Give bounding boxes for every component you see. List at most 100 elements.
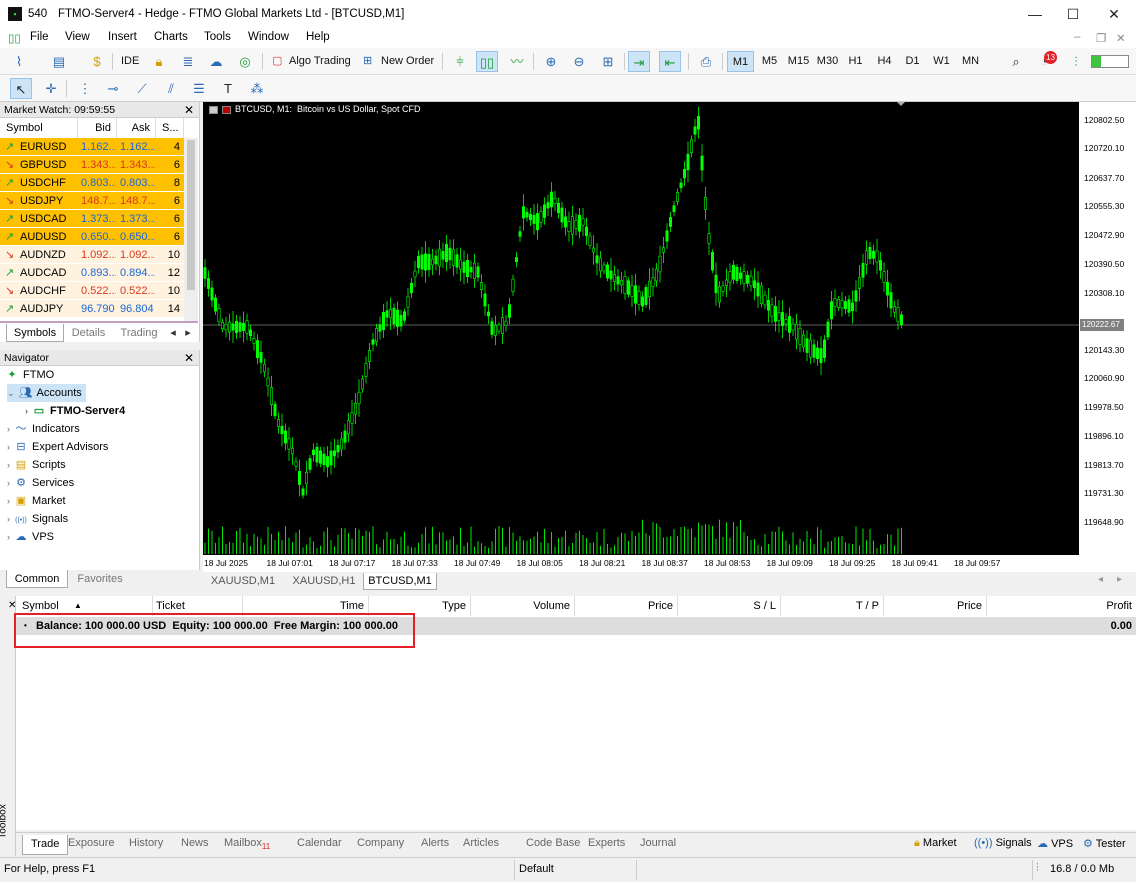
market-watch-scrollbar[interactable] bbox=[184, 138, 198, 322]
zoom-in-icon[interactable]: ⊕ bbox=[540, 51, 562, 72]
line-chart-icon[interactable]: 〰 bbox=[506, 51, 528, 72]
price-chart[interactable]: BTCUSD, M1: Bitcoin vs US Dollar, Spot C… bbox=[203, 102, 1079, 555]
chart-tabs-scroll-right[interactable]: ▸ bbox=[1117, 574, 1122, 585]
vertical-line-icon[interactable]: ⋮ bbox=[74, 78, 96, 99]
nav-item-expert-advisors[interactable]: › ⊟ Expert Advisors bbox=[7, 438, 108, 456]
col-profit[interactable]: Profit bbox=[987, 596, 1136, 616]
database-icon[interactable]: ≣ bbox=[177, 51, 199, 72]
candlestick-chart-icon[interactable]: ▯▯ bbox=[476, 51, 498, 72]
tab-journal[interactable]: Journal bbox=[640, 837, 676, 849]
nav-item-services[interactable]: › ⚙ Services bbox=[7, 474, 74, 492]
algo-trading-button[interactable]: Algo Trading bbox=[289, 51, 351, 72]
close-window-button[interactable]: ✕ bbox=[1099, 4, 1129, 24]
shapes-icon[interactable]: ⁂ bbox=[246, 78, 268, 99]
mdi-minimize-button[interactable]: – bbox=[1074, 31, 1080, 43]
menu-file[interactable]: File bbox=[30, 31, 49, 43]
column-spread[interactable]: S... bbox=[156, 118, 184, 138]
timeframe-h1-button[interactable]: H1 bbox=[842, 51, 869, 72]
tab-calendar[interactable]: Calendar bbox=[297, 837, 342, 849]
minimize-button[interactable]: — bbox=[1020, 4, 1050, 24]
market-watch-row[interactable]: ↗ AUDJPY 96.790 96.804 14 bbox=[0, 300, 184, 318]
cloud-icon[interactable]: ☁ bbox=[205, 51, 227, 72]
chart-shift-marker[interactable] bbox=[897, 102, 905, 106]
right-tab-market[interactable]: 🔒︎ Market bbox=[914, 837, 957, 850]
nav-item-vps[interactable]: › ☁ VPS bbox=[7, 528, 54, 546]
market-watch-row[interactable]: ↘ AUDNZD 1.092... 1.092... 10 bbox=[0, 246, 184, 264]
timeframe-h4-button[interactable]: H4 bbox=[871, 51, 898, 72]
nav-item-scripts[interactable]: › ▤ Scripts bbox=[7, 456, 66, 474]
chart-tabs-scroll-left[interactable]: ◂ bbox=[1098, 574, 1103, 585]
cursor-icon[interactable]: ↖ bbox=[10, 78, 32, 99]
mdi-close-button[interactable]: ✕ bbox=[1116, 31, 1126, 45]
new-order-button[interactable]: New Order bbox=[381, 51, 434, 72]
zoom-out-icon[interactable]: ⊖ bbox=[568, 51, 590, 72]
menu-help[interactable]: Help bbox=[306, 31, 330, 43]
column-symbol[interactable]: Symbol bbox=[0, 118, 78, 138]
col-sl[interactable]: S / L bbox=[678, 596, 781, 616]
tab-articles[interactable]: Articles bbox=[463, 837, 499, 849]
tabs-scroll-right[interactable]: ▸ bbox=[181, 324, 195, 342]
timeframe-w1-button[interactable]: W1 bbox=[928, 51, 955, 72]
channel-icon[interactable]: ⫽ bbox=[160, 78, 182, 99]
tab-common[interactable]: Common bbox=[6, 570, 68, 588]
search-icon[interactable]: ⌕ bbox=[1005, 51, 1027, 72]
market-icon[interactable]: $ bbox=[86, 51, 108, 72]
algo-trading-icon[interactable]: ▢ bbox=[272, 51, 282, 72]
market-watch-row[interactable]: ↘ AUDCHF 0.522... 0.522... 10 bbox=[0, 282, 184, 300]
menu-window[interactable]: Window bbox=[248, 31, 289, 43]
column-bid[interactable]: Bid bbox=[78, 118, 117, 138]
tab-chart-btcusd-m1[interactable]: BTCUSD,M1 bbox=[363, 573, 437, 590]
tabs-scroll-left[interactable]: ◂ bbox=[166, 324, 180, 342]
tab-news[interactable]: News bbox=[181, 837, 209, 849]
col-current-price[interactable]: Price bbox=[884, 596, 987, 616]
signal-strength-icon[interactable]: ⫶ bbox=[1065, 51, 1087, 72]
autoscroll-icon[interactable]: ⇥ bbox=[628, 51, 650, 72]
tab-code-base[interactable]: Code Base bbox=[526, 837, 580, 849]
price-axis[interactable]: 120802.50 120720.10 120637.70 120555.30 1204… bbox=[1079, 102, 1136, 555]
timeframe-m15-button[interactable]: M15 bbox=[785, 51, 812, 72]
market-watch-row[interactable]: ↗ USDCHF 0.803... 0.803... 8 bbox=[0, 174, 184, 192]
col-volume[interactable]: Volume bbox=[471, 596, 575, 616]
col-tp[interactable]: T / P bbox=[781, 596, 884, 616]
col-price[interactable]: Price bbox=[575, 596, 678, 616]
tab-exposure[interactable]: Exposure bbox=[68, 837, 114, 849]
timeframe-mn-button[interactable]: MN bbox=[957, 51, 984, 72]
status-profile[interactable]: Default bbox=[519, 863, 554, 875]
navigator-close-button[interactable]: ✕ bbox=[184, 350, 194, 366]
profiles-icon[interactable]: ▤ bbox=[48, 51, 70, 72]
fibonacci-icon[interactable]: ☰ bbox=[188, 78, 210, 99]
market-watch-row[interactable]: ↗ USDCAD 1.373... 1.373... 6 bbox=[0, 210, 184, 228]
menu-charts[interactable]: Charts bbox=[154, 31, 188, 43]
new-order-icon[interactable]: ⊞ bbox=[363, 51, 372, 72]
tab-details[interactable]: Details bbox=[66, 324, 111, 342]
screenshot-icon[interactable]: ⎙ bbox=[695, 51, 717, 72]
market-watch-row[interactable]: ↘ GBPUSD 1.343... 1.343... 6 bbox=[0, 156, 184, 174]
nav-item-market[interactable]: › ▣ Market bbox=[7, 492, 66, 510]
timeframe-m1-button[interactable]: M1 bbox=[727, 51, 754, 72]
market-watch-row[interactable]: ↗ AUDCAD 0.893... 0.894... 12 bbox=[0, 264, 184, 282]
new-chart-icon[interactable]: ⌇ bbox=[8, 51, 30, 72]
menu-view[interactable]: View bbox=[65, 31, 90, 43]
right-tab-tester[interactable]: ⚙ Tester bbox=[1083, 837, 1126, 850]
tab-trading[interactable]: Trading bbox=[114, 324, 164, 342]
nav-server[interactable]: › ▭ FTMO-Server4 bbox=[25, 402, 125, 420]
tab-symbols[interactable]: Symbols bbox=[6, 324, 64, 342]
tab-history[interactable]: History bbox=[129, 837, 163, 849]
globe-icon[interactable]: ◎ bbox=[234, 51, 256, 72]
menu-tools[interactable]: Tools bbox=[204, 31, 231, 43]
maximize-button[interactable]: ☐ bbox=[1058, 4, 1088, 24]
tab-chart-xauusd-m1[interactable]: XAUUSD,M1 bbox=[203, 573, 283, 590]
market-watch-row[interactable]: ↗ AUDUSD 0.650... 0.650... 6 bbox=[0, 228, 184, 246]
tab-chart-xauusd-h1[interactable]: XAUUSD,H1 bbox=[285, 573, 363, 590]
crosshair-icon[interactable]: ✛ bbox=[40, 78, 62, 99]
grid-icon[interactable]: ⊞ bbox=[597, 51, 619, 72]
nav-accounts[interactable]: ⌄ 👥︎ Accounts bbox=[7, 384, 86, 402]
tab-alerts[interactable]: Alerts bbox=[421, 837, 449, 849]
tab-favorites[interactable]: Favorites bbox=[70, 570, 130, 588]
tab-company[interactable]: Company bbox=[357, 837, 404, 849]
timeframe-m30-button[interactable]: M30 bbox=[814, 51, 841, 72]
column-ask[interactable]: Ask bbox=[117, 118, 156, 138]
market-watch-row[interactable]: ↗ EURUSD 1.162... 1.162... 4 bbox=[0, 138, 184, 156]
market-watch-row[interactable]: ↘ USDJPY 148.7... 148.7... 6 bbox=[0, 192, 184, 210]
lock-icon[interactable]: 🔒︎ bbox=[148, 51, 170, 72]
